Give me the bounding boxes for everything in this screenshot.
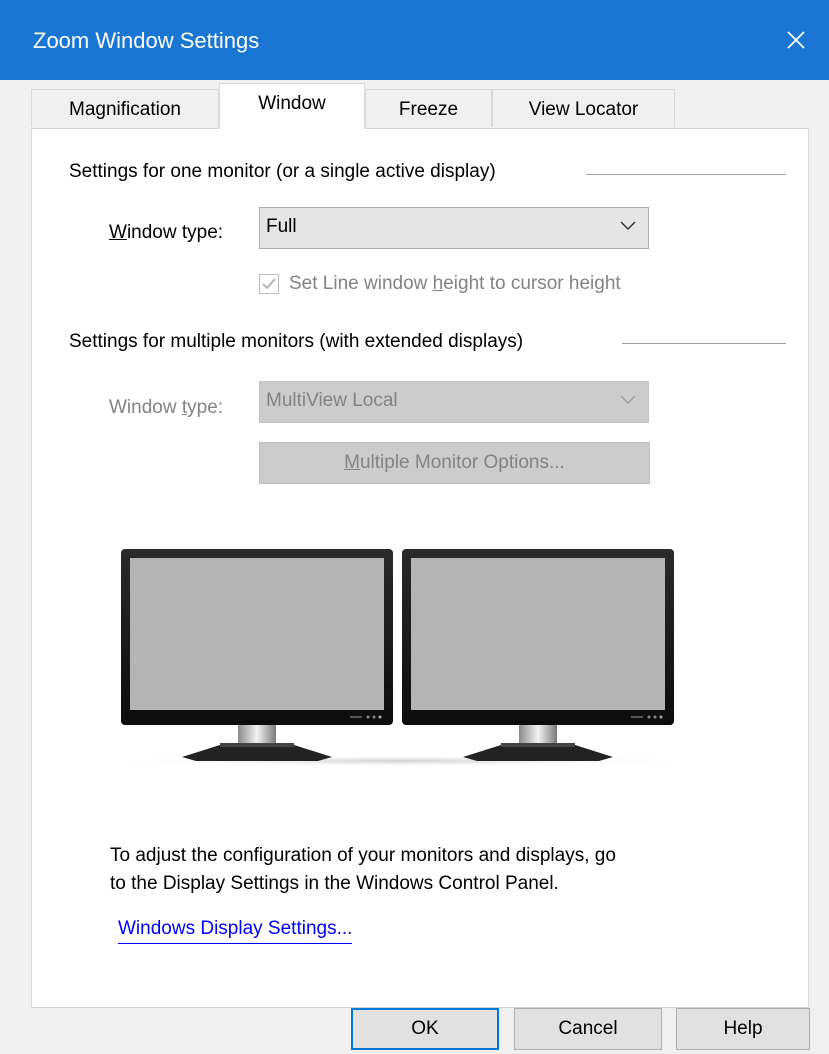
multi-window-type-value: MultiView Local	[266, 390, 398, 411]
title-bar: Zoom Window Settings	[0, 0, 829, 80]
check-icon	[262, 278, 276, 290]
label-part: eight to cursor height	[443, 273, 621, 294]
ok-label: OK	[411, 1018, 439, 1039]
tab-magnification[interactable]: Magnification	[31, 89, 219, 127]
left-monitor	[121, 549, 393, 761]
mnemonic: h	[432, 273, 444, 294]
line-height-checkbox[interactable]	[259, 274, 279, 294]
tab-freeze[interactable]: Freeze	[365, 89, 492, 127]
mnemonic: W	[109, 222, 127, 243]
cancel-label: Cancel	[558, 1018, 618, 1039]
line-height-checkbox-label: Set Line window height to cursor height	[289, 273, 621, 295]
cancel-button[interactable]: Cancel	[514, 1008, 662, 1050]
tab-label: Window	[258, 93, 326, 114]
section-divider	[622, 343, 786, 344]
right-monitor	[402, 549, 674, 761]
section-divider	[586, 174, 786, 175]
multi-monitor-section-title: Settings for multiple monitors (with ext…	[69, 331, 524, 352]
close-icon	[787, 31, 805, 49]
multiple-monitor-options-button[interactable]: Multiple Monitor Options...	[259, 442, 650, 484]
help-label: Help	[723, 1018, 763, 1039]
chevron-down-icon	[620, 395, 636, 405]
multi-window-type-label: Window type:	[109, 397, 223, 419]
window-type-label: Window type:	[109, 222, 223, 244]
window-type-value: Full	[266, 216, 297, 237]
multi-window-type-select[interactable]: MultiView Local	[259, 381, 649, 423]
tab-view-locator[interactable]: View Locator	[492, 89, 675, 127]
window-tab-panel: Settings for one monitor (or a single ac…	[31, 128, 809, 1008]
tab-window[interactable]: Window	[219, 83, 365, 129]
info-text-line2: to the Display Settings in the Windows C…	[110, 873, 559, 894]
tab-label: Magnification	[69, 99, 181, 120]
tab-label: Freeze	[398, 99, 459, 120]
label-part: Set Line window	[289, 273, 433, 294]
label-text: indow type:	[126, 222, 224, 243]
info-text-line1: To adjust the configuration of your moni…	[110, 845, 616, 866]
dual-monitor-illustration	[100, 549, 700, 767]
display-settings-link-wrap: Windows Display Settings...	[118, 918, 353, 944]
button-label: ultiple Monitor Options...	[359, 452, 565, 473]
ok-button[interactable]: OK	[351, 1008, 499, 1050]
tab-label: View Locator	[528, 99, 639, 120]
window-title: Zoom Window Settings	[33, 28, 260, 53]
label-part: Window	[109, 397, 182, 418]
windows-display-settings-link[interactable]: Windows Display Settings...	[118, 918, 353, 944]
close-button[interactable]	[763, 0, 829, 80]
mnemonic: M	[344, 452, 360, 473]
single-monitor-section-title: Settings for one monitor (or a single ac…	[69, 161, 496, 182]
help-button[interactable]: Help	[676, 1008, 810, 1050]
window-type-select[interactable]: Full	[259, 207, 649, 249]
chevron-down-icon	[620, 221, 636, 231]
label-part: ype:	[187, 397, 224, 418]
